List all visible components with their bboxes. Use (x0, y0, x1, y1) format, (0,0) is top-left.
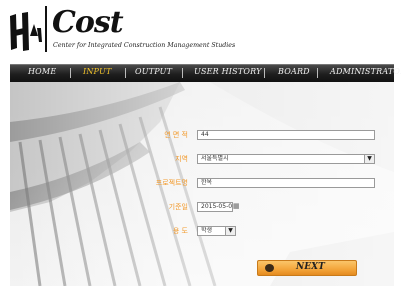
region-select[interactable]: 서울특별시 ▼ (197, 154, 375, 164)
region-label: 지역 (175, 155, 188, 163)
nav-separator (182, 68, 183, 78)
nav-board[interactable]: BOARD (278, 67, 310, 76)
usage-select[interactable]: 학생 ▼ (197, 226, 236, 236)
nav-input[interactable]: INPUT (83, 67, 111, 76)
usage-select-value: 학생 (201, 227, 213, 234)
next-button-label: NEXT (296, 262, 325, 272)
usage-label: 용 도 (172, 227, 188, 235)
nav-home[interactable]: HOME (28, 67, 56, 76)
main-nav: HOME INPUT OUTPUT USER HISTORY BOARD ADM… (10, 64, 401, 82)
base-date-label: 기준일 (168, 203, 188, 211)
logo-title: Cost (52, 5, 124, 40)
nav-separator (317, 68, 318, 78)
logo-divider (45, 6, 47, 52)
project-name-input[interactable]: 한옥 (197, 178, 375, 188)
nav-administrator[interactable]: ADMINISTRATOR (330, 67, 401, 76)
chevron-down-icon[interactable]: ▼ (364, 155, 374, 163)
area-label: 연 면 적 (164, 131, 188, 139)
nav-separator (264, 68, 265, 78)
nav-separator (70, 68, 71, 78)
base-date-input[interactable]: 2015-05-0 (197, 202, 233, 212)
han-logo (10, 12, 42, 51)
next-button[interactable]: NEXT (257, 260, 357, 276)
chevron-down-icon[interactable]: ▼ (225, 227, 235, 235)
circle-bullet-icon (265, 264, 274, 272)
nav-separator (125, 68, 126, 78)
header: Cost Center for Integrated Construction … (0, 0, 401, 62)
calendar-icon[interactable]: ▦ (233, 202, 240, 210)
nav-output[interactable]: OUTPUT (135, 67, 172, 76)
logo-subtitle: Center for Integrated Construction Manag… (53, 42, 236, 49)
nav-user-history[interactable]: USER HISTORY (194, 67, 262, 76)
area-input[interactable]: 44 (197, 130, 375, 140)
project-name-label: 프로젝트명 (155, 179, 188, 187)
region-select-value: 서울특별시 (201, 155, 229, 162)
